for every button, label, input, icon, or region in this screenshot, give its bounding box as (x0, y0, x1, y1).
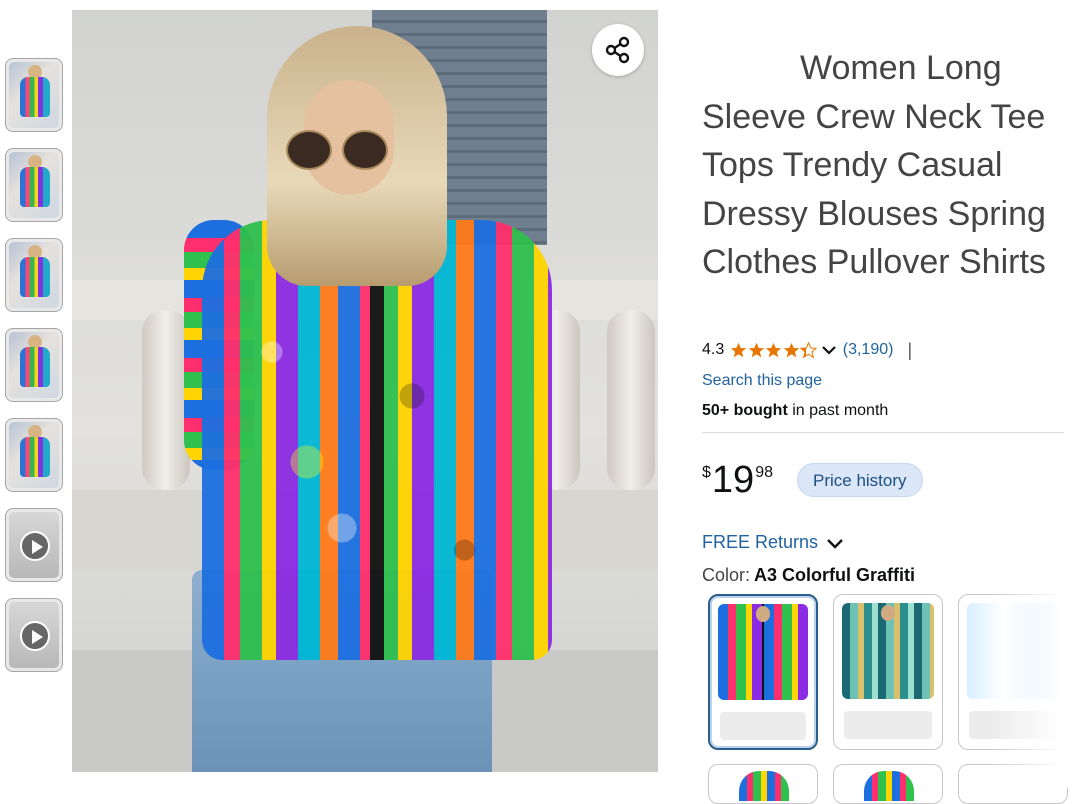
thumbnail-4[interactable] (5, 328, 63, 402)
selected-color-name: A3 Colorful Graffiti (754, 565, 916, 585)
star-rating[interactable] (730, 341, 818, 359)
color-selection-label: Color: A3 Colorful Graffiti (702, 565, 915, 586)
thumbnail-1[interactable] (5, 58, 63, 132)
thumbnail-3[interactable] (5, 238, 63, 312)
star-icon (783, 342, 799, 357)
price: $ 19 98 (702, 458, 773, 502)
video-thumbnail-2[interactable] (5, 598, 63, 672)
price-fraction: 98 (755, 464, 773, 481)
play-icon (20, 531, 50, 561)
share-icon (605, 36, 630, 64)
thumbnail-5[interactable] (5, 418, 63, 492)
divider (702, 432, 1064, 433)
chevron-down-icon[interactable] (821, 344, 837, 356)
price-whole: 19 (711, 459, 755, 501)
color-label: Color: (702, 565, 751, 585)
video-thumbnail-1[interactable] (5, 508, 63, 582)
thumbnail-2[interactable] (5, 148, 63, 222)
color-swatch-4[interactable] (708, 764, 818, 804)
free-returns-label: FREE Returns (702, 532, 819, 552)
play-icon (20, 621, 50, 651)
chevron-down-icon (827, 538, 843, 549)
star-icon (766, 342, 782, 357)
shirt (202, 220, 552, 660)
color-swatch-5[interactable] (833, 764, 943, 804)
star-icon (731, 342, 747, 357)
share-button[interactable] (592, 24, 644, 76)
color-swatch-a3-colorful-graffiti[interactable] (708, 594, 818, 750)
rating-value: 4.3 (702, 341, 725, 358)
rating-row: 4.3 (3,190) | (702, 338, 912, 362)
rating-count-link[interactable]: (3,190) (843, 341, 894, 359)
swatch-overflow-fade (990, 590, 1080, 788)
price-currency: $ (702, 464, 711, 481)
bought-past-month: 50+ bought in past month (702, 402, 888, 420)
price-history-button[interactable]: Price history (797, 463, 923, 497)
bought-count: 50+ bought (702, 402, 788, 419)
sunglasses (286, 130, 392, 170)
product-title: Women Long Sleeve Crew Neck Tee Tops Tre… (702, 49, 1046, 281)
bought-suffix: in past month (787, 402, 889, 419)
star-icon (748, 342, 764, 357)
search-this-page-link[interactable]: Search this page (702, 372, 822, 390)
main-product-image[interactable] (72, 10, 658, 772)
free-returns-link[interactable]: FREE Returns (702, 532, 844, 553)
separator: | (907, 339, 913, 360)
star-half-icon (800, 341, 818, 358)
color-swatch-2[interactable] (833, 594, 943, 750)
